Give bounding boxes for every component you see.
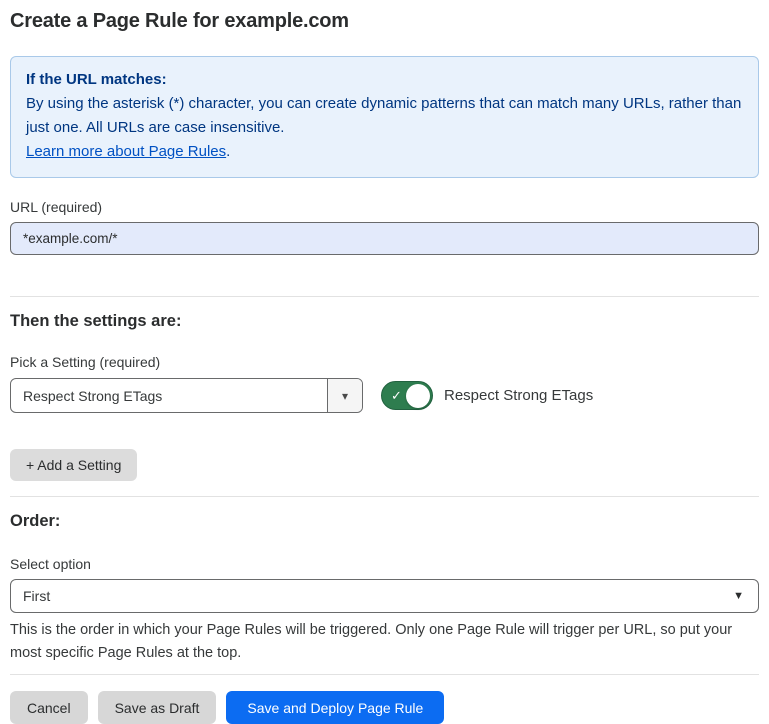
learn-more-link[interactable]: Learn more about Page Rules xyxy=(26,143,226,160)
page-title: Create a Page Rule for example.com xyxy=(10,10,759,33)
info-box-heading: If the URL matches: xyxy=(26,68,743,92)
order-select[interactable]: First ▼ xyxy=(10,579,759,613)
setting-select-value: Respect Strong ETags xyxy=(11,379,327,412)
section-divider xyxy=(10,296,759,297)
order-select-value: First xyxy=(23,588,50,604)
footer-divider xyxy=(10,674,759,675)
save-draft-button[interactable]: Save as Draft xyxy=(98,691,217,724)
url-field-label: URL (required) xyxy=(10,199,759,215)
checkmark-icon: ✓ xyxy=(391,388,402,404)
order-help-text: This is the order in which your Page Rul… xyxy=(10,619,759,665)
order-section-heading: Order: xyxy=(10,512,759,531)
section-divider xyxy=(10,496,759,497)
url-match-info-box: If the URL matches: By using the asteris… xyxy=(10,56,759,178)
save-deploy-button[interactable]: Save and Deploy Page Rule xyxy=(226,691,444,724)
caret-down-icon: ▾ xyxy=(342,389,348,403)
create-page-rule-form: Create a Page Rule for example.com If th… xyxy=(0,0,769,724)
info-box-link-line: Learn more about Page Rules. xyxy=(26,140,743,164)
setting-select-caret-box[interactable]: ▾ xyxy=(327,379,362,412)
url-input[interactable] xyxy=(10,222,759,255)
link-period: . xyxy=(226,143,230,160)
add-setting-button[interactable]: + Add a Setting xyxy=(10,449,137,481)
settings-section-heading: Then the settings are: xyxy=(10,312,759,331)
cancel-button[interactable]: Cancel xyxy=(10,691,88,724)
order-select-label: Select option xyxy=(10,556,759,572)
setting-select[interactable]: Respect Strong ETags ▾ xyxy=(10,378,363,413)
setting-toggle[interactable]: ✓ xyxy=(381,381,433,410)
info-box-body: By using the asterisk (*) character, you… xyxy=(26,92,743,140)
toggle-label: Respect Strong ETags xyxy=(444,387,593,404)
caret-down-icon: ▼ xyxy=(733,590,744,602)
pick-setting-label: Pick a Setting (required) xyxy=(10,354,759,370)
toggle-knob xyxy=(406,384,430,408)
footer-actions: Cancel Save as Draft Save and Deploy Pag… xyxy=(10,691,759,724)
setting-row: Respect Strong ETags ▾ ✓ Respect Strong … xyxy=(10,378,759,413)
